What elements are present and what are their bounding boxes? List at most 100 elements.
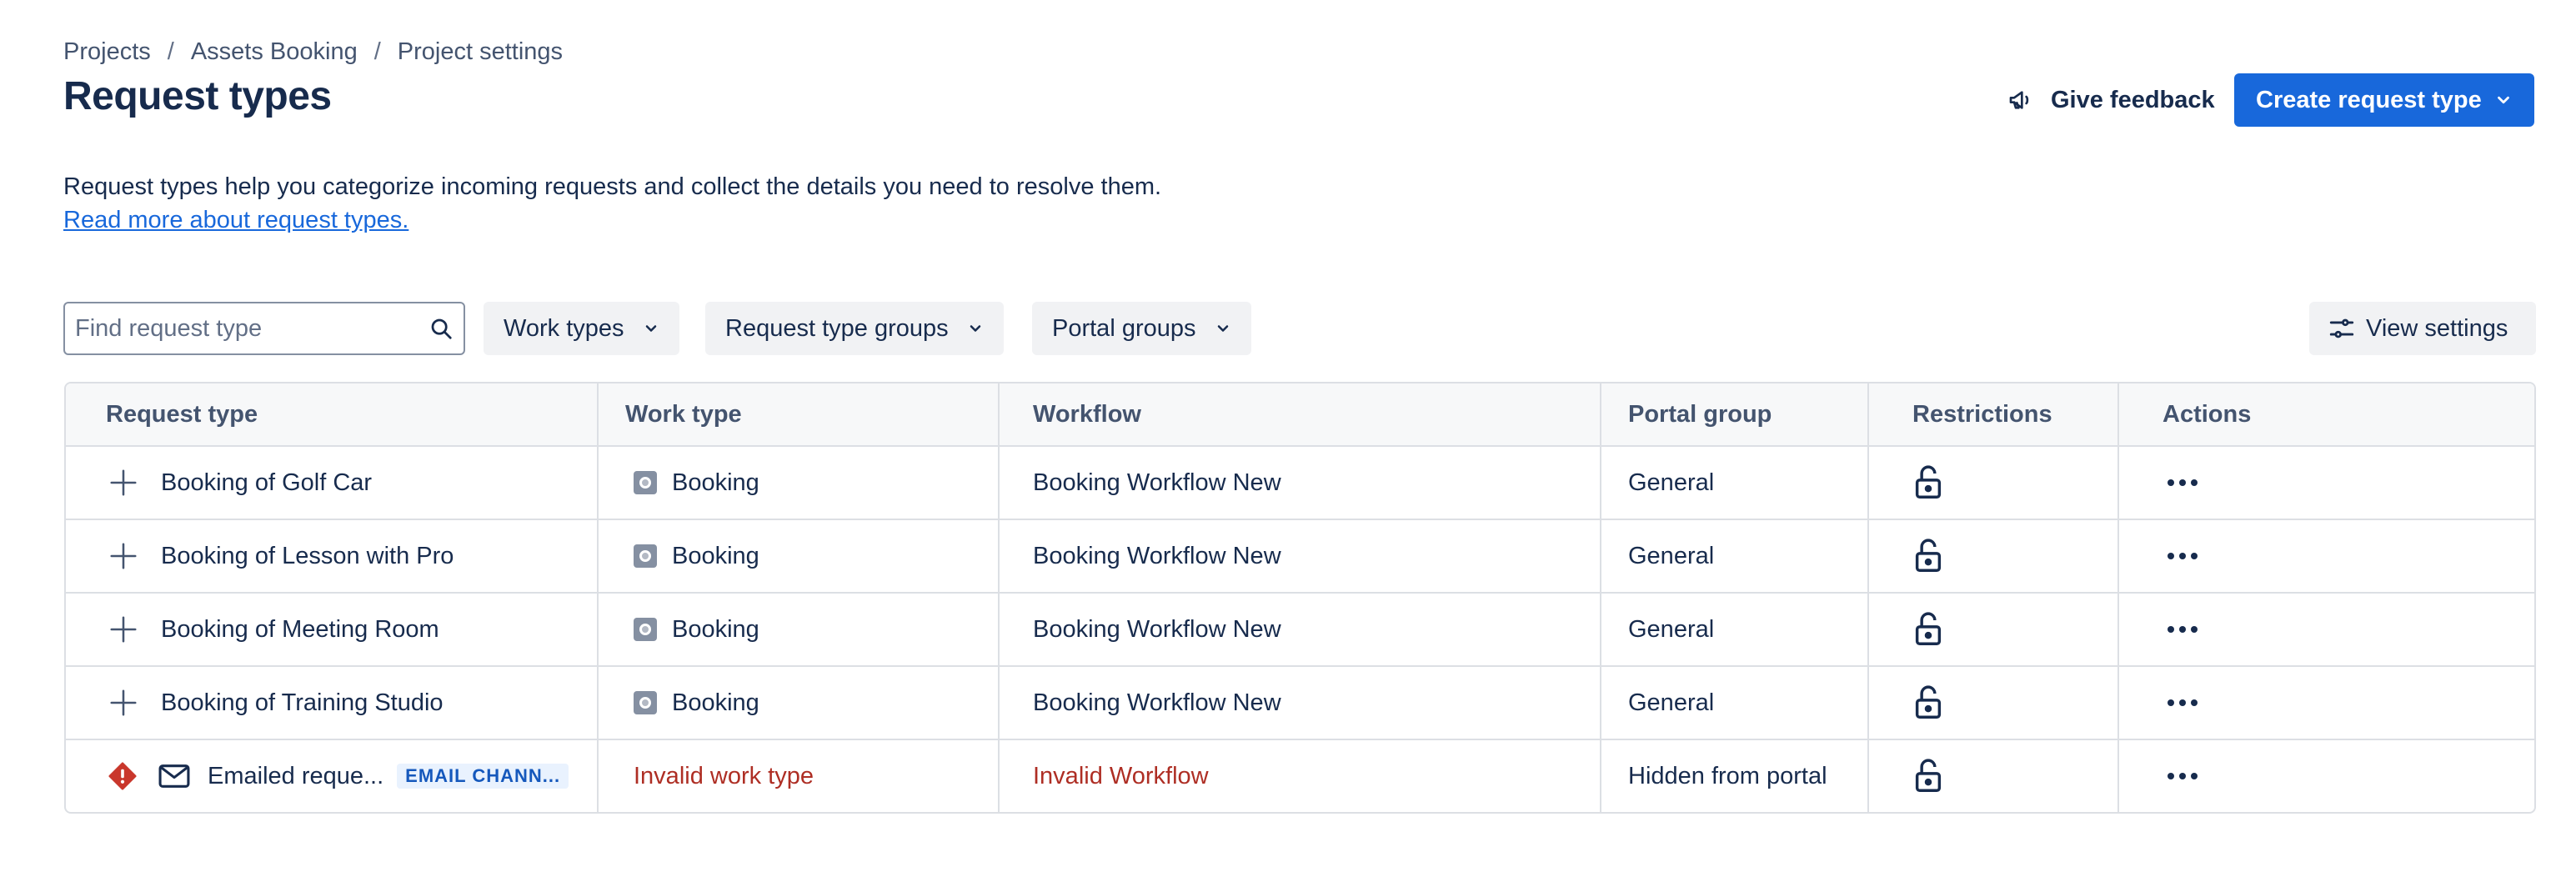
unlocked-icon[interactable] <box>1912 684 1944 721</box>
page-title: Request types <box>63 74 332 118</box>
work-types-filter[interactable]: Work types <box>484 302 679 355</box>
work-type-cell: Booking <box>599 594 1000 665</box>
sliders-icon <box>2329 318 2354 338</box>
work-type-name: Booking <box>672 615 759 643</box>
request-type-groups-filter-label: Request type groups <box>725 314 949 342</box>
table-row: Booking of Meeting Room Booking Booking … <box>66 592 2534 665</box>
actions-cell <box>2119 594 2534 665</box>
booking-work-type-icon <box>634 691 657 714</box>
work-types-filter-label: Work types <box>504 314 624 342</box>
work-type-cell: Invalid work type <box>599 740 1000 812</box>
table-row: Booking of Lesson with Pro Booking Booki… <box>66 519 2534 592</box>
unlocked-icon[interactable] <box>1912 611 1944 648</box>
column-header-portal-group[interactable]: Portal group <box>1601 383 1869 445</box>
actions-cell <box>2119 520 2534 592</box>
work-type-name: Booking <box>672 542 759 569</box>
unlocked-icon[interactable] <box>1912 464 1944 501</box>
request-type-name[interactable]: Booking of Training Studio <box>161 689 444 717</box>
booking-work-type-icon <box>634 544 657 568</box>
column-header-restrictions: Restrictions <box>1869 383 2119 445</box>
unlocked-icon[interactable] <box>1912 758 1944 794</box>
breadcrumb-assets-booking[interactable]: Assets Booking <box>191 38 358 66</box>
plus-icon <box>110 469 137 496</box>
view-settings-label: View settings <box>2366 314 2508 342</box>
portal-group-cell: General <box>1601 667 1869 739</box>
booking-work-type-icon <box>634 618 657 641</box>
request-types-table: Request type Work type Workflow Portal g… <box>64 382 2536 814</box>
portal-group-cell: General <box>1601 447 1869 519</box>
restrictions-cell <box>1869 594 2119 665</box>
give-feedback-button[interactable]: Give feedback <box>1997 73 2225 127</box>
request-type-name[interactable]: Booking of Golf Car <box>161 469 372 497</box>
column-header-work-type[interactable]: Work type <box>599 383 1000 445</box>
plus-icon <box>110 616 137 643</box>
restrictions-cell <box>1869 520 2119 592</box>
request-type-name[interactable]: Emailed reque... <box>208 763 383 790</box>
actions-cell <box>2119 667 2534 739</box>
more-actions-icon[interactable] <box>2163 759 2203 793</box>
more-actions-icon[interactable] <box>2163 539 2203 573</box>
work-type-cell: Booking <box>599 520 1000 592</box>
more-actions-icon[interactable] <box>2163 613 2203 646</box>
request-type-name[interactable]: Booking of Lesson with Pro <box>161 543 454 570</box>
create-request-type-label: Create request type <box>2256 86 2482 113</box>
request-type-cell: Booking of Training Studio <box>66 667 599 739</box>
email-icon <box>158 764 190 788</box>
work-type-name: Booking <box>672 469 759 496</box>
portal-groups-filter-label: Portal groups <box>1052 314 1196 342</box>
request-type-cell: Booking of Lesson with Pro <box>66 520 599 592</box>
more-actions-icon[interactable] <box>2163 686 2203 719</box>
actions-cell <box>2119 740 2534 812</box>
work-type-cell: Booking <box>599 447 1000 519</box>
column-header-request-type[interactable]: Request type <box>66 383 599 445</box>
unlocked-icon[interactable] <box>1912 538 1944 574</box>
chevron-down-icon <box>1217 325 1228 332</box>
request-type-cell: Booking of Golf Car <box>66 447 599 519</box>
restrictions-cell <box>1869 740 2119 812</box>
booking-work-type-icon <box>634 471 657 494</box>
portal-group-cell: General <box>1601 594 1869 665</box>
email-channel-badge: EMAIL CHANN... <box>397 764 569 789</box>
page-description: Request types help you categorize incomi… <box>63 173 1162 200</box>
table-row: Booking of Golf Car Booking Booking Work… <box>66 445 2534 519</box>
request-type-cell: Booking of Meeting Room <box>66 594 599 665</box>
breadcrumb-separator: / <box>167 38 174 65</box>
give-feedback-label: Give feedback <box>2051 86 2215 113</box>
view-settings-button[interactable]: View settings <box>2309 302 2536 355</box>
request-type-groups-filter[interactable]: Request type groups <box>705 302 1004 355</box>
plus-icon <box>110 543 137 569</box>
table-row: Emailed reque... EMAIL CHANN... Invalid … <box>66 739 2534 812</box>
page: Projects / Assets Booking / Project sett… <box>0 0 2576 882</box>
work-type-cell: Booking <box>599 667 1000 739</box>
plus-icon <box>110 689 137 716</box>
breadcrumb: Projects / Assets Booking / Project sett… <box>63 38 563 66</box>
table-header: Request type Work type Workflow Portal g… <box>66 383 2534 445</box>
workflow-cell: Booking Workflow New <box>1000 520 1601 592</box>
workflow-cell: Booking Workflow New <box>1000 447 1601 519</box>
portal-group-cell: Hidden from portal <box>1601 740 1869 812</box>
breadcrumb-separator: / <box>373 38 381 65</box>
request-type-name[interactable]: Booking of Meeting Room <box>161 616 439 644</box>
workflow-cell: Booking Workflow New <box>1000 594 1601 665</box>
search-field[interactable] <box>63 302 465 355</box>
work-type-name: Booking <box>672 689 759 716</box>
portal-group-cell: General <box>1601 520 1869 592</box>
read-more-link[interactable]: Read more about request types. <box>63 203 408 237</box>
restrictions-cell <box>1869 447 2119 519</box>
chevron-down-icon <box>970 325 980 332</box>
search-input[interactable] <box>75 314 428 343</box>
request-type-cell: Emailed reque... EMAIL CHANN... <box>66 740 599 812</box>
more-actions-icon[interactable] <box>2163 466 2203 499</box>
portal-groups-filter[interactable]: Portal groups <box>1032 302 1251 355</box>
actions-cell <box>2119 447 2534 519</box>
column-header-actions: Actions <box>2163 400 2252 428</box>
restrictions-cell <box>1869 667 2119 739</box>
column-header-workflow[interactable]: Workflow <box>1000 383 1601 445</box>
breadcrumb-projects[interactable]: Projects <box>63 38 151 66</box>
create-request-type-button[interactable]: Create request type <box>2234 73 2534 127</box>
workflow-cell: Invalid Workflow <box>1000 740 1601 812</box>
error-icon <box>108 762 137 790</box>
table-row: Booking of Training Studio Booking Booki… <box>66 665 2534 739</box>
chevron-down-icon <box>2498 96 2509 104</box>
breadcrumb-project-settings[interactable]: Project settings <box>398 38 563 66</box>
